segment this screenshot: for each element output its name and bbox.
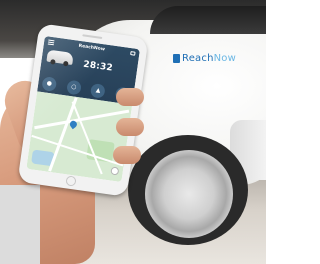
- photo: ReachNow ReachNow 28:32 ● ○ ▲ ★: [0, 0, 266, 264]
- finger: [116, 88, 144, 106]
- finger: [116, 118, 144, 136]
- car-brand-text: ReachNow: [182, 53, 236, 64]
- sleeve: [0, 185, 40, 264]
- map-road: [71, 101, 103, 175]
- car-icon: [46, 49, 74, 66]
- unlock-button[interactable]: ○: [65, 79, 82, 96]
- brand-mark-icon: [173, 54, 180, 63]
- horn-button[interactable]: ▲: [90, 83, 107, 99]
- smartphone: ReachNow 28:32 ● ○ ▲ ★: [17, 23, 149, 197]
- finger: [113, 146, 141, 164]
- phone-speaker: [82, 34, 103, 39]
- car-brand-reach: Reach: [182, 53, 214, 64]
- menu-icon[interactable]: [47, 39, 55, 46]
- lock-button[interactable]: ●: [41, 76, 58, 92]
- car-wheel-rim: [145, 150, 233, 238]
- car-brand-now: Now: [213, 53, 237, 64]
- locate-icon[interactable]: [110, 166, 120, 176]
- horn-icon: ▲: [95, 86, 101, 95]
- app-title: ReachNow: [78, 43, 106, 53]
- map[interactable]: [26, 91, 133, 183]
- chat-icon[interactable]: [130, 51, 136, 56]
- reservation-timer: 28:32: [82, 59, 114, 74]
- lock-icon: ●: [46, 79, 53, 88]
- home-button[interactable]: [65, 175, 77, 187]
- car-brand-logo: ReachNow: [173, 53, 236, 64]
- unlock-icon: ○: [70, 83, 77, 91]
- car-window: [150, 6, 266, 34]
